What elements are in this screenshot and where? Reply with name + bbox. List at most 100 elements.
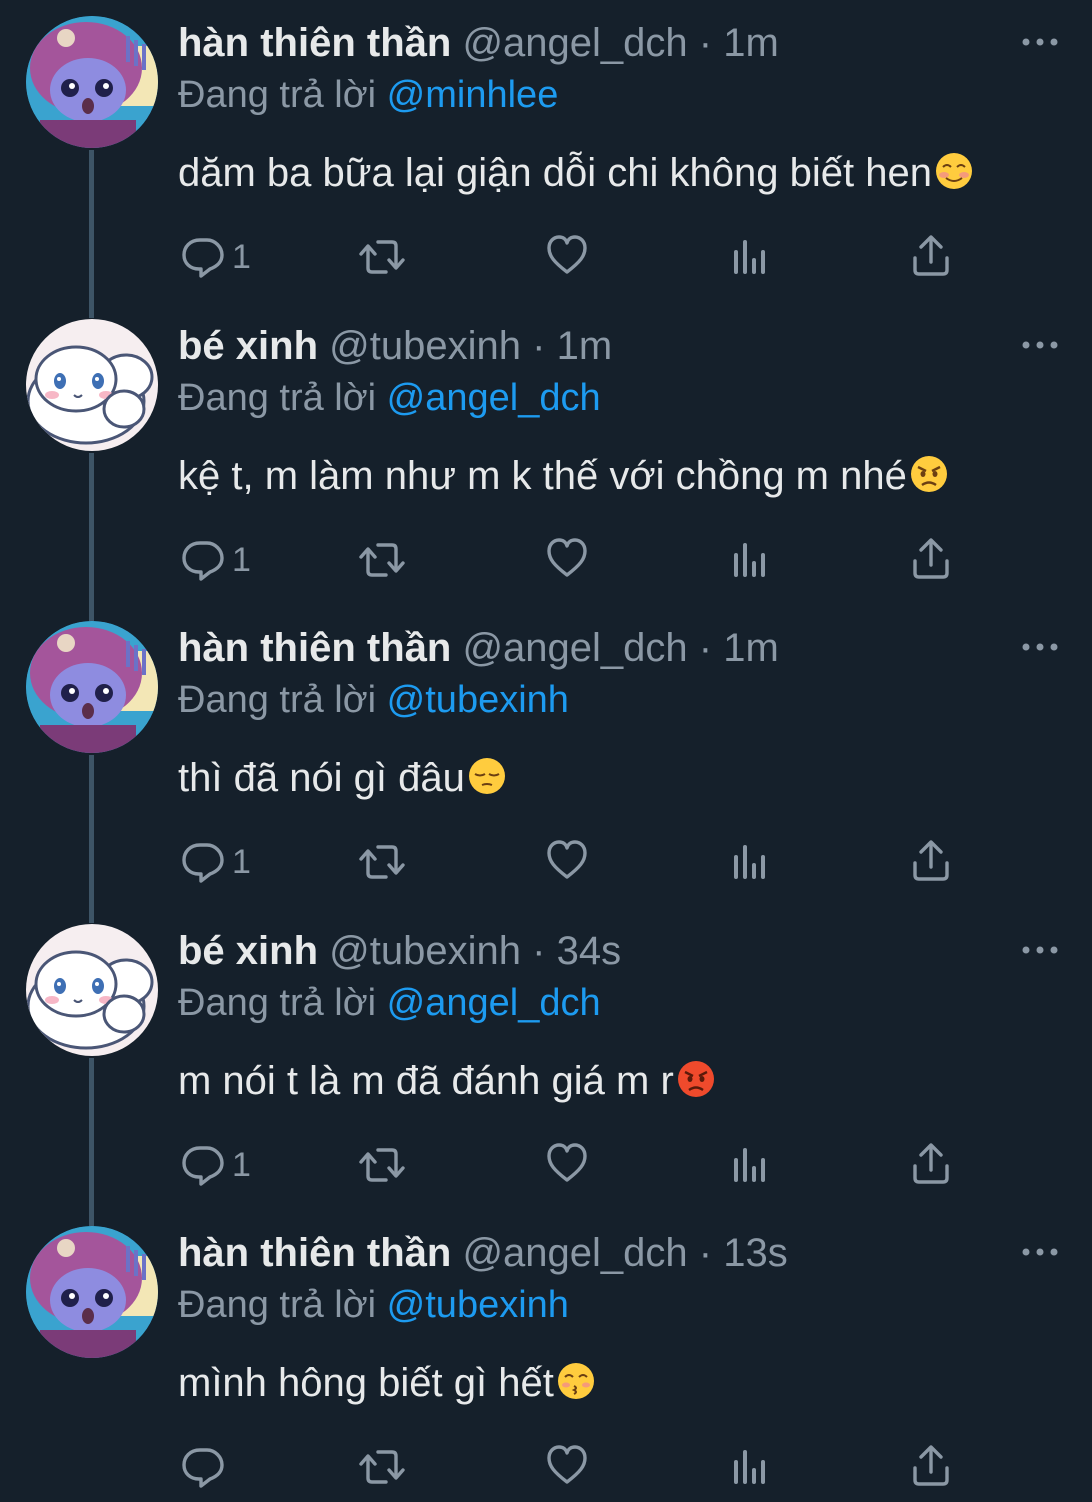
avatar[interactable] <box>26 1226 158 1358</box>
more-options-icon[interactable] <box>1020 635 1060 659</box>
smiling-blush-emoji <box>935 153 972 190</box>
handle[interactable]: @tubexinh <box>329 929 521 973</box>
replying-prefix: Đang trả lời <box>178 981 377 1024</box>
display-name[interactable]: bé xinh <box>178 324 318 368</box>
share-button[interactable] <box>910 232 952 282</box>
share-button[interactable] <box>910 1140 952 1190</box>
views-button[interactable] <box>730 535 770 585</box>
share-button[interactable] <box>910 1442 952 1492</box>
views-button[interactable] <box>730 837 770 887</box>
share-button[interactable] <box>910 535 952 585</box>
like-button[interactable] <box>545 1442 589 1492</box>
separator-dot: · <box>698 1231 713 1275</box>
handle[interactable]: @angel_dch <box>462 1231 687 1275</box>
timestamp[interactable]: 1m <box>723 626 779 670</box>
retweet-button[interactable] <box>358 232 408 282</box>
replying-prefix: Đang trả lời <box>178 679 377 721</box>
tweet[interactable]: bé xinh @tubexinh · 34s Đang trả lời @an… <box>0 908 1092 1226</box>
share-button[interactable] <box>910 837 952 887</box>
mention-link[interactable]: @angel_dch <box>387 982 601 1024</box>
more-options-icon[interactable] <box>1020 30 1060 54</box>
timestamp[interactable]: 34s <box>557 929 622 973</box>
tweet-header: hàn thiên thần @angel_dch · 1m <box>178 18 779 68</box>
share-icon <box>913 840 949 881</box>
views-chart-icon <box>734 542 765 577</box>
share-icon <box>913 1445 949 1486</box>
timestamp[interactable]: 1m <box>723 21 779 65</box>
tweet-text-content: m nói t là m đã đánh giá m r <box>178 1058 674 1103</box>
purple-hood-character-avatar-image <box>26 1226 158 1358</box>
reply-button[interactable]: 1 <box>180 232 251 282</box>
tweet-text: thì đã nói gì đâu <box>178 753 507 803</box>
separator-dot: · <box>698 626 713 670</box>
handle[interactable]: @angel_dch <box>462 626 687 670</box>
reply-icon <box>182 1145 224 1186</box>
retweet-button[interactable] <box>358 535 408 585</box>
retweet-button[interactable] <box>358 837 408 887</box>
more-options-icon[interactable] <box>1020 333 1060 357</box>
avatar[interactable] <box>26 621 158 753</box>
reply-button[interactable]: 1 <box>180 535 251 585</box>
timestamp[interactable]: 13s <box>723 1231 788 1275</box>
views-button[interactable] <box>730 1442 770 1492</box>
reply-count: 1 <box>232 1145 251 1184</box>
tweet[interactable]: hàn thiên thần @angel_dch · 1m Đang trả … <box>0 605 1092 923</box>
share-icon <box>913 1142 949 1184</box>
reply-button[interactable]: 1 <box>180 837 251 887</box>
retweet-icon <box>359 1147 405 1182</box>
tweet-text: kệ t, m làm như m k thế với chồng m nhé <box>178 451 949 501</box>
views-button[interactable] <box>730 1140 770 1190</box>
tweet[interactable]: bé xinh @tubexinh · 1m Đang trả lời @ang… <box>0 303 1092 621</box>
avatar[interactable] <box>26 923 158 1056</box>
reply-button[interactable] <box>180 1442 226 1492</box>
pensive-face-emoji <box>468 758 505 795</box>
like-button[interactable] <box>545 837 589 887</box>
tweet-header: bé xinh @tubexinh · 1m <box>178 321 612 371</box>
display-name[interactable]: hàn thiên thần <box>178 1231 451 1275</box>
timestamp[interactable]: 1m <box>557 324 613 368</box>
like-button[interactable] <box>545 535 589 585</box>
retweet-button[interactable] <box>358 1442 408 1492</box>
retweet-button[interactable] <box>358 1140 408 1190</box>
reply-count: 1 <box>232 843 251 881</box>
display-name[interactable]: hàn thiên thần <box>178 21 451 65</box>
replying-to: Đang trả lời @angel_dch <box>178 978 601 1028</box>
display-name[interactable]: bé xinh <box>178 929 318 973</box>
views-chart-icon <box>734 1450 765 1484</box>
mention-link[interactable]: @minhlee <box>387 74 559 116</box>
more-options-icon[interactable] <box>1020 1240 1060 1264</box>
mention-link[interactable]: @angel_dch <box>387 377 601 419</box>
tweet[interactable]: hàn thiên thần @angel_dch · 1m Đang trả … <box>0 0 1092 318</box>
like-button[interactable] <box>545 232 589 282</box>
handle[interactable]: @tubexinh <box>329 324 521 368</box>
reply-icon <box>182 540 224 581</box>
white-puppy-character-avatar-image <box>26 923 158 1056</box>
avatar[interactable] <box>26 16 158 148</box>
mention-link[interactable]: @tubexinh <box>387 1284 569 1326</box>
tweet-header: hàn thiên thần @angel_dch · 13s <box>178 1228 788 1278</box>
avatar[interactable] <box>26 318 158 451</box>
tweet-text-content: kệ t, m làm như m k thế với chồng m nhé <box>178 453 907 498</box>
reply-button[interactable]: 1 <box>180 1140 251 1190</box>
replying-prefix: Đang trả lời <box>178 1284 377 1326</box>
like-button[interactable] <box>545 1140 589 1190</box>
handle[interactable]: @angel_dch <box>462 21 687 65</box>
mention-link[interactable]: @tubexinh <box>387 679 569 721</box>
more-options-icon[interactable] <box>1020 938 1060 962</box>
replying-to: Đang trả lời @angel_dch <box>178 373 601 423</box>
pouting-red-face-emoji <box>677 1060 714 1097</box>
share-icon <box>913 537 949 579</box>
tweet-actions: 1 <box>0 232 1092 282</box>
heart-icon <box>547 840 587 879</box>
share-icon <box>913 235 949 276</box>
tweet[interactable]: hàn thiên thần @angel_dch · 13s Đang trả… <box>0 1210 1092 1502</box>
retweet-icon <box>359 542 405 577</box>
views-button[interactable] <box>730 232 770 282</box>
tweet-actions: 1 <box>0 535 1092 585</box>
display-name[interactable]: hàn thiên thần <box>178 626 451 670</box>
views-chart-icon <box>734 240 765 274</box>
retweet-icon <box>359 845 405 879</box>
reply-thread: hàn thiên thần @angel_dch · 1m Đang trả … <box>0 0 1092 1502</box>
tweet-actions: 1 <box>0 1140 1092 1190</box>
tweet-actions <box>0 1442 1092 1492</box>
